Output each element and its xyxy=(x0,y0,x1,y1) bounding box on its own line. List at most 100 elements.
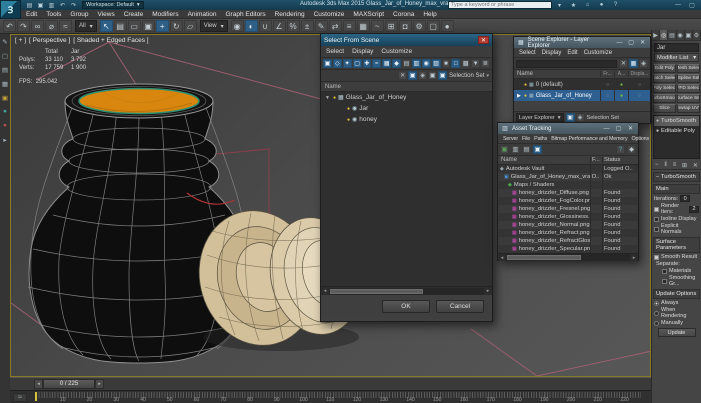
close-icon[interactable]: ✕ xyxy=(478,36,489,44)
scroll-thumb[interactable] xyxy=(330,288,423,294)
snaps-toggle-icon[interactable]: ∪ xyxy=(258,20,272,32)
asset-row[interactable]: ◆ Autodesk Vault Logged O.. xyxy=(498,165,638,173)
ok-button[interactable]: OK xyxy=(382,300,430,313)
undo-icon[interactable]: ↶ xyxy=(3,20,16,32)
layer-manager-icon[interactable]: ▦ xyxy=(356,20,370,32)
display-containers-icon[interactable]: ▥ xyxy=(411,59,421,68)
selection-filter-dropdown[interactable]: All ▾ xyxy=(75,20,97,32)
minimize-icon[interactable]: — xyxy=(602,125,611,133)
material-editor-icon[interactable]: ◘ xyxy=(398,20,412,32)
active-icon[interactable]: ● xyxy=(614,90,628,101)
materials-checkbox[interactable] xyxy=(662,268,667,274)
explorer-mode-dropdown[interactable]: Layer Explorer ▾ xyxy=(516,113,564,122)
at-column-headers[interactable]: Name F... Status xyxy=(498,156,638,165)
asset-row[interactable]: ▦honey_drizzler_Glossiness.png Found xyxy=(498,213,638,221)
show-end-result-icon[interactable]: ‖ xyxy=(664,162,666,168)
update-button[interactable]: Update xyxy=(657,328,696,337)
document-icon[interactable]: ▤ xyxy=(1,65,10,74)
render-frame-icon[interactable]: ▢ xyxy=(426,20,440,32)
at-col-0[interactable]: Name xyxy=(498,157,590,163)
sfs-menu-display[interactable]: Display xyxy=(352,48,373,55)
stack-item-turbosmooth[interactable]: ● TurboSmooth xyxy=(654,116,699,126)
frozen-icon[interactable]: ○ xyxy=(600,79,614,90)
angle-snap-icon[interactable]: ∠ xyxy=(272,20,286,32)
filter-icon[interactable]: ▼ xyxy=(471,59,480,68)
stack-item-editable-poly[interactable]: ● Editable Poly xyxy=(654,126,699,136)
render-iters-spinner[interactable]: 2 xyxy=(689,205,699,213)
sx-col-1[interactable]: Fr... xyxy=(600,71,614,77)
open-file-icon[interactable]: ▣ xyxy=(35,1,46,9)
make-unique-icon[interactable]: ≡ xyxy=(673,162,677,168)
object-name-field[interactable]: Jar xyxy=(654,43,699,52)
frame-zero-marker[interactable] xyxy=(35,392,37,401)
modifier-list-dropdown[interactable]: Modifier List ▾ xyxy=(654,53,699,62)
display-materials-icon[interactable]: ◉ xyxy=(421,59,431,68)
next-frame-icon[interactable]: ▸ xyxy=(95,379,104,389)
bulb-icon[interactable]: ● xyxy=(347,106,350,112)
use-center-icon[interactable]: ◉ xyxy=(230,20,244,32)
sx-column-headers[interactable]: Name Fr... A... Displa... xyxy=(514,70,650,79)
display-icon[interactable]: ○ xyxy=(628,79,650,90)
mini-curve-editor-button[interactable]: ≈ xyxy=(13,393,27,402)
vault-login-icon[interactable]: ▣ xyxy=(500,145,509,154)
close-icon[interactable]: ✕ xyxy=(626,125,635,133)
clear-search-icon[interactable]: ✕ xyxy=(619,59,628,68)
display-frozen-icon[interactable]: ▨ xyxy=(431,59,441,68)
time-slider[interactable]: ◂ 0 / 225 ▸ xyxy=(10,377,651,390)
select-scale-icon[interactable]: ▱ xyxy=(183,20,197,32)
menu-edit[interactable]: Edit xyxy=(26,11,37,18)
vault-checkin-icon[interactable]: ▥ xyxy=(511,145,520,154)
at-menu-bitmap-performance-and-memory[interactable]: Bitmap Performance and Memory xyxy=(551,136,627,142)
scroll-right-icon[interactable]: ▸ xyxy=(484,287,492,295)
at-col-2[interactable]: Status xyxy=(602,157,638,163)
display-shapes-icon[interactable]: ◇ xyxy=(332,59,342,68)
asset-row[interactable]: ▦ honey_drizzler_FogColor.png Found xyxy=(498,197,638,205)
at-menu-file[interactable]: File xyxy=(522,136,530,142)
scroll-right-icon[interactable]: ▸ xyxy=(630,254,638,262)
maximize-icon[interactable]: ▢ xyxy=(627,39,636,47)
time-slider-thumb[interactable]: ◂ 0 / 225 ▸ xyxy=(34,379,104,389)
menu-modifiers[interactable]: Modifiers xyxy=(152,11,178,18)
radio-icon[interactable] xyxy=(654,320,659,326)
chevron-down-icon[interactable]: ▾ xyxy=(486,73,489,79)
display-cameras-icon[interactable]: ▢ xyxy=(352,59,362,68)
sx-col-2[interactable]: A... xyxy=(614,71,628,77)
asset-row[interactable]: ◆ Maps / Shaders xyxy=(498,181,638,189)
display-hidden-icon[interactable]: ■ xyxy=(441,59,451,68)
save-file-icon[interactable]: ▥ xyxy=(46,1,57,9)
refresh-icon[interactable]: ▣ xyxy=(533,145,542,154)
sx-menu-customize[interactable]: Customize xyxy=(584,50,612,56)
pick-icon[interactable]: ◈ xyxy=(639,59,648,68)
monitor-icon[interactable]: ▢ xyxy=(1,51,10,60)
render-setup-icon[interactable]: ⚙ xyxy=(412,20,426,32)
workspace-dropdown[interactable]: Workspace: Default ▾ xyxy=(82,1,144,9)
spinner-snap-icon[interactable]: ± xyxy=(300,20,314,32)
red-dot-icon[interactable]: ● xyxy=(1,121,10,130)
communication-icon[interactable]: ● xyxy=(596,1,607,9)
display-lights-icon[interactable]: ✦ xyxy=(342,59,352,68)
at-menu-paths[interactable]: Paths xyxy=(534,136,547,142)
sx-title-bar[interactable]: ▦ Scene Explorer - Layer Explorer — ▢ ✕ xyxy=(514,37,650,49)
explorer-mode-icon[interactable]: ▣ xyxy=(565,113,575,122)
tab-display[interactable]: ▣ xyxy=(684,30,693,40)
radio-manually[interactable]: Manually xyxy=(654,320,699,326)
modifier-button-mesh-select[interactable]: Mesh Select xyxy=(677,64,700,73)
redo-icon[interactable]: ↷ xyxy=(17,20,30,32)
menu-maxscript[interactable]: MAXScript xyxy=(353,11,384,18)
current-frame-value[interactable]: 0 / 225 xyxy=(43,379,95,389)
smooth-result-checkbox[interactable] xyxy=(654,254,659,260)
at-menu-server[interactable]: Server xyxy=(503,136,518,142)
viewport-nav-menu[interactable]: [ + ] xyxy=(15,37,26,44)
bind-spacewarp-icon[interactable]: ≈ xyxy=(59,20,72,32)
modifier-button-patch-select[interactable]: Patch Select xyxy=(653,74,676,83)
help-icon[interactable]: ? xyxy=(610,1,621,9)
display-xrefs-icon[interactable]: ◆ xyxy=(392,59,401,68)
cancel-button[interactable]: Cancel xyxy=(436,300,484,313)
display-helpers-icon[interactable]: ✚ xyxy=(362,59,372,68)
at-col-1[interactable]: F... xyxy=(590,157,602,163)
render-icon[interactable]: ● xyxy=(440,20,454,32)
sfs-hscrollbar[interactable]: ◂ ▸ xyxy=(321,286,492,295)
sx-col-3[interactable]: Displa... xyxy=(628,71,650,77)
asset-row[interactable]: ▦ honey_drizzler_Specular.png Found xyxy=(498,245,638,253)
layer-row-0-default-[interactable]: ● ▦ 0 (default) ○ ● ○ xyxy=(514,79,650,90)
